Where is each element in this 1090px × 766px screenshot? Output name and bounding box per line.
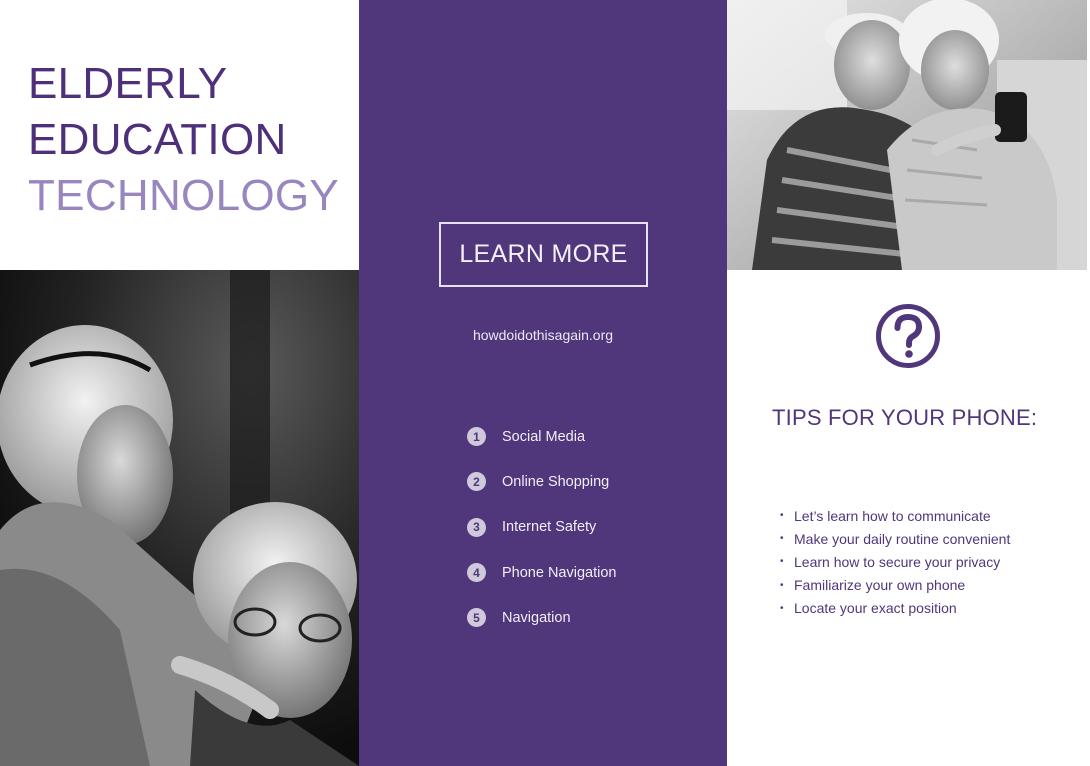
list-item: 4 Phone Navigation bbox=[467, 550, 616, 595]
list-item: • Locate your exact position bbox=[780, 597, 1010, 620]
title-line-1: ELDERLY bbox=[28, 59, 228, 108]
question-circle-icon bbox=[875, 303, 941, 369]
website-url: howdoidothisagain.org bbox=[472, 327, 614, 343]
tip-text: Locate your exact position bbox=[794, 600, 957, 617]
list-item: 1 Social Media bbox=[467, 414, 616, 459]
list-item: 3 Internet Safety bbox=[467, 505, 616, 550]
number-badge: 2 bbox=[467, 472, 486, 492]
elderly-women-photo bbox=[0, 270, 359, 766]
list-item: • Make your daily routine convenient bbox=[780, 527, 1010, 550]
bullet-icon: • bbox=[780, 579, 784, 591]
topic-label: Internet Safety bbox=[502, 519, 597, 536]
title-line-2: EDUCATION bbox=[28, 115, 287, 164]
middle-panel: LEARN MORE howdoidothisagain.org 1 Socia… bbox=[359, 0, 727, 766]
left-panel: ELDERLY EDUCATION TECHNOLOGY bbox=[0, 0, 359, 766]
tips-list: • Let’s learn how to communicate • Make … bbox=[780, 504, 1010, 620]
right-panel: TIPS FOR YOUR PHONE: • Let’s learn how t… bbox=[727, 0, 1087, 766]
learn-more-button[interactable]: LEARN MORE bbox=[439, 222, 648, 287]
tip-text: Learn how to secure your privacy bbox=[794, 553, 1001, 570]
tip-text: Familiarize your own phone bbox=[794, 577, 966, 594]
list-item: 2 Online Shopping bbox=[467, 459, 616, 504]
bullet-icon: • bbox=[780, 510, 784, 522]
brochure-title: ELDERLY EDUCATION TECHNOLOGY bbox=[28, 56, 339, 224]
bullet-icon: • bbox=[780, 556, 784, 568]
topic-label: Phone Navigation bbox=[502, 564, 617, 581]
number-badge: 1 bbox=[467, 427, 486, 447]
bullet-icon: • bbox=[780, 533, 784, 545]
topic-label: Online Shopping bbox=[502, 473, 610, 490]
tips-heading: TIPS FOR YOUR PHONE: bbox=[772, 405, 1038, 430]
topic-label: Navigation bbox=[502, 609, 571, 626]
topic-list: 1 Social Media 2 Online Shopping 3 Inter… bbox=[467, 414, 616, 640]
number-badge: 4 bbox=[467, 563, 486, 583]
tip-text: Let’s learn how to communicate bbox=[794, 507, 991, 524]
tip-text: Make your daily routine convenient bbox=[794, 530, 1011, 547]
topic-label: Social Media bbox=[502, 428, 586, 445]
number-badge: 3 bbox=[467, 517, 486, 537]
list-item: • Familiarize your own phone bbox=[780, 574, 1010, 597]
bullet-icon: • bbox=[780, 602, 784, 614]
list-item: • Let’s learn how to communicate bbox=[780, 504, 1010, 527]
list-item: • Learn how to secure your privacy bbox=[780, 550, 1010, 573]
title-line-3: TECHNOLOGY bbox=[28, 171, 340, 220]
number-badge: 5 bbox=[467, 608, 486, 628]
list-item: 5 Navigation bbox=[467, 595, 616, 640]
elderly-couple-phone-photo bbox=[727, 0, 1087, 270]
